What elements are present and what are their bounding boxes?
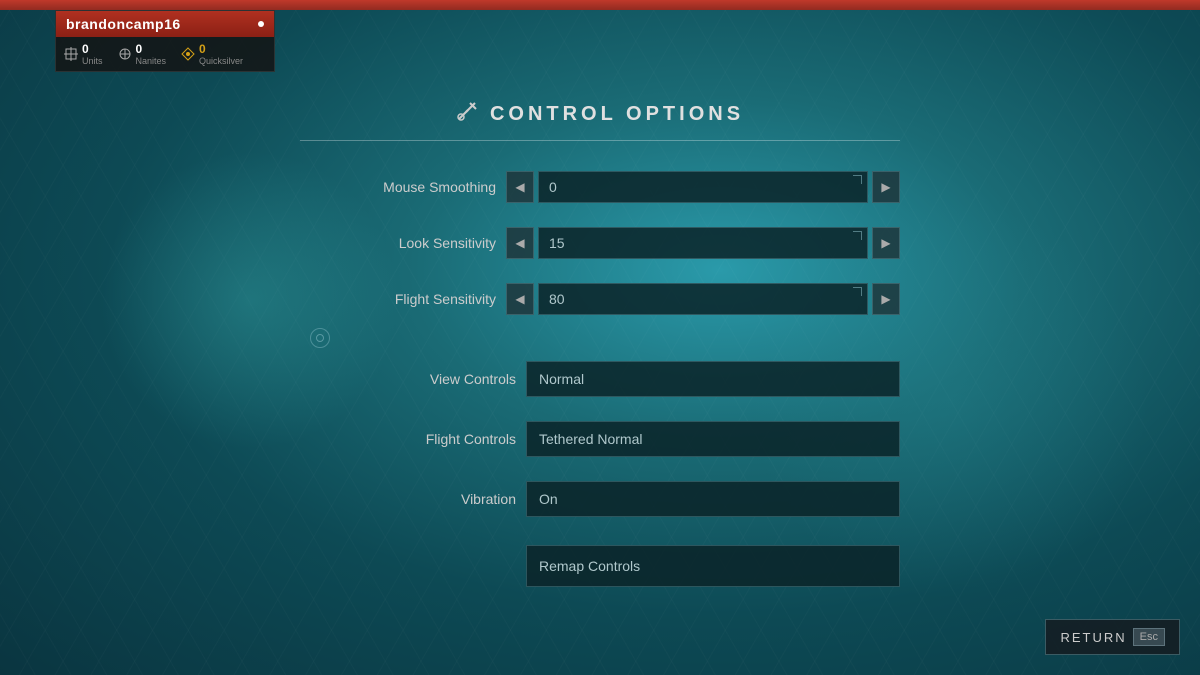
flight-sensitivity-right-arrow[interactable]: ▶ xyxy=(872,283,900,315)
return-key: Esc xyxy=(1133,628,1165,646)
flight-sensitivity-slider: ◀ 80 ▶ xyxy=(506,283,900,315)
units-group: 0 Units xyxy=(82,42,103,66)
header-bar xyxy=(0,0,1200,10)
flight-sensitivity-label: Flight Sensitivity xyxy=(346,291,496,307)
mouse-smoothing-right-arrow[interactable]: ▶ xyxy=(872,171,900,203)
flight-controls-dropdown[interactable]: Tethered Normal xyxy=(526,421,900,457)
units-icon xyxy=(64,47,78,61)
page-title: CONTROL OPTIONS xyxy=(490,103,744,126)
nanites-icon xyxy=(118,47,132,61)
mouse-smoothing-row: Mouse Smoothing ◀ 0 ▶ xyxy=(300,171,900,203)
view-controls-label: View Controls xyxy=(366,371,516,387)
mouse-smoothing-value-box: 0 xyxy=(538,171,868,203)
look-sensitivity-row: Look Sensitivity ◀ 15 ▶ xyxy=(300,227,900,259)
units-count: 0 xyxy=(82,42,89,56)
remap-label: Remap Controls xyxy=(539,558,640,574)
vibration-value: On xyxy=(539,491,558,507)
view-controls-row: View Controls Normal xyxy=(300,361,900,397)
flight-sensitivity-value-box: 80 xyxy=(538,283,868,315)
quicksilver-label: Quicksilver xyxy=(199,56,243,66)
player-panel: brandoncamp16 0 Units xyxy=(55,10,275,72)
quicksilver-count: 0 xyxy=(199,42,206,56)
nanites-stat: 0 Nanites xyxy=(118,42,167,66)
flight-sensitivity-left-arrow[interactable]: ◀ xyxy=(506,283,534,315)
nanites-label: Nanites xyxy=(136,56,167,66)
settings-section: Mouse Smoothing ◀ 0 ▶ Look Sensitivity ◀… xyxy=(300,171,900,587)
return-button[interactable]: RETURN Esc xyxy=(1045,619,1180,655)
look-sensitivity-right-arrow[interactable]: ▶ xyxy=(872,227,900,259)
flight-controls-label: Flight Controls xyxy=(366,431,516,447)
look-sensitivity-value-box: 15 xyxy=(538,227,868,259)
look-sensitivity-slider: ◀ 15 ▶ xyxy=(506,227,900,259)
mouse-smoothing-slider: ◀ 0 ▶ xyxy=(506,171,900,203)
mouse-smoothing-value: 0 xyxy=(549,179,557,195)
player-name-row: brandoncamp16 xyxy=(56,11,274,37)
view-controls-value: Normal xyxy=(539,371,584,387)
flight-sensitivity-row: Flight Sensitivity ◀ 80 ▶ xyxy=(300,283,900,315)
units-label: Units xyxy=(82,56,103,66)
player-online-dot xyxy=(258,21,264,27)
look-sensitivity-left-arrow[interactable]: ◀ xyxy=(506,227,534,259)
main-content: CONTROL OPTIONS Mouse Smoothing ◀ 0 ▶ Lo… xyxy=(300,100,900,587)
view-controls-dropdown[interactable]: Normal xyxy=(526,361,900,397)
quicksilver-icon xyxy=(181,47,195,61)
units-stat: 0 Units xyxy=(64,42,103,66)
vibration-dropdown[interactable]: On xyxy=(526,481,900,517)
vibration-label: Vibration xyxy=(366,491,516,507)
remap-controls-button[interactable]: Remap Controls xyxy=(526,545,900,587)
flight-controls-row: Flight Controls Tethered Normal xyxy=(300,421,900,457)
return-label: RETURN xyxy=(1060,630,1126,645)
look-sensitivity-label: Look Sensitivity xyxy=(346,235,496,251)
mouse-smoothing-left-arrow[interactable]: ◀ xyxy=(506,171,534,203)
player-name: brandoncamp16 xyxy=(66,16,181,32)
quicksilver-group: 0 Quicksilver xyxy=(199,42,243,66)
nanites-count: 0 xyxy=(136,42,143,56)
flight-controls-value: Tethered Normal xyxy=(539,431,643,447)
mouse-smoothing-label: Mouse Smoothing xyxy=(346,179,496,195)
quicksilver-stat: 0 Quicksilver xyxy=(181,42,243,66)
vibration-row: Vibration On xyxy=(300,481,900,517)
title-row: CONTROL OPTIONS xyxy=(300,100,900,141)
divider-circle-inner xyxy=(316,334,324,342)
remap-row: Remap Controls xyxy=(300,545,900,587)
divider-circle xyxy=(310,328,330,348)
player-stats: 0 Units 0 Nanites xyxy=(56,37,274,71)
look-sensitivity-value: 15 xyxy=(549,235,565,251)
flight-sensitivity-value: 80 xyxy=(549,291,565,307)
nanites-group: 0 Nanites xyxy=(136,42,167,66)
wrench-icon xyxy=(456,100,478,128)
